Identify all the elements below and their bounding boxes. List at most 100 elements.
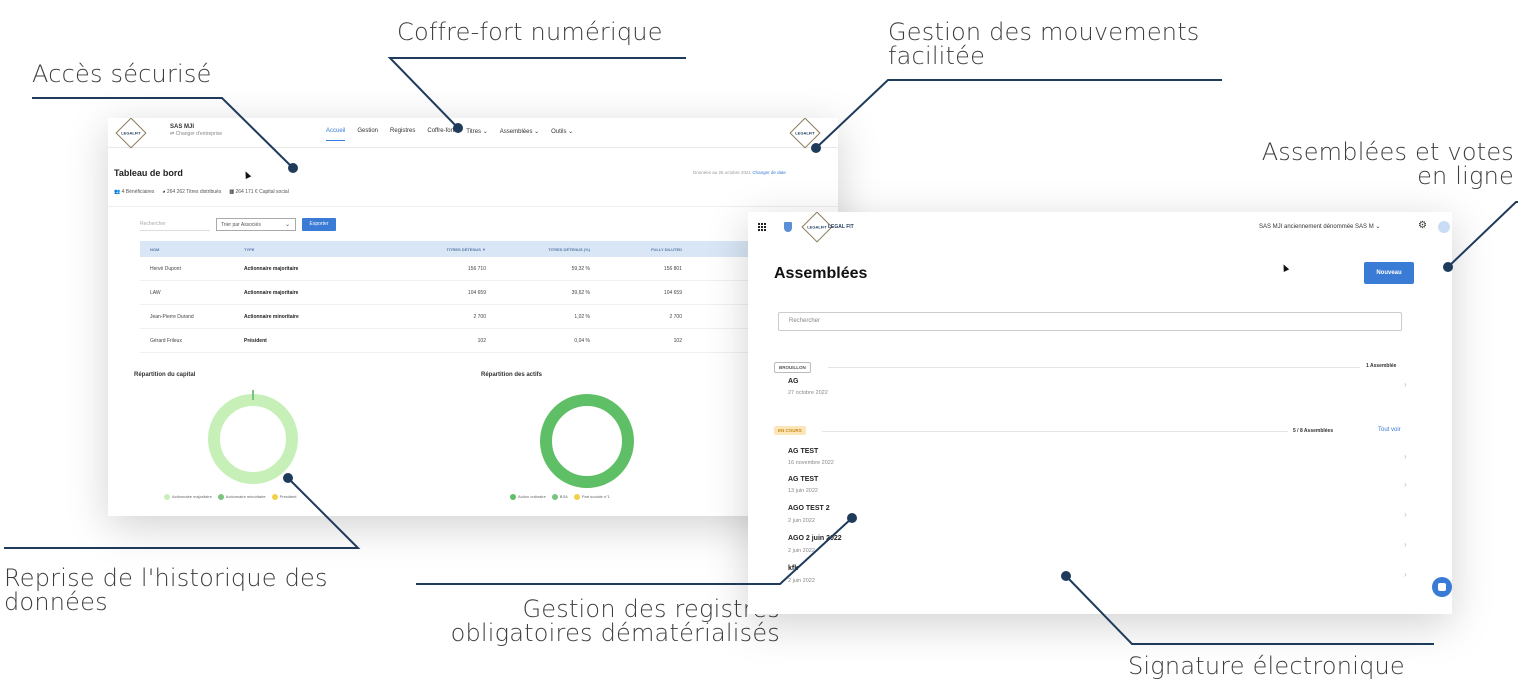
donut-marker [252,390,254,400]
table-row[interactable]: Jean-Pierre Durand Actionnaire minoritai… [140,305,838,329]
leader-dot [1443,262,1453,272]
sort-select[interactable]: Trier par Associés ⌄ [216,218,296,231]
cell-nom: Hervé Dupont [150,265,181,272]
cell-titres-pct: 59,32 % [571,265,590,272]
shield-icon[interactable] [784,222,792,232]
logo-text: LEGALFIT [807,224,827,230]
cell-fully-diluted: 2 700 [669,313,682,320]
nav-assemblees[interactable]: Assemblées ⌄ [500,128,539,141]
legend-swatch [217,494,224,500]
cell-titres: 102 [477,337,486,344]
assembly-title[interactable]: AG [788,378,799,385]
nav-accueil[interactable]: Accueil [326,128,346,141]
gear-icon[interactable]: ⚙ [1418,220,1427,231]
callout-gestion-mouvements: Gestion des mouvements facilitée [888,20,1200,68]
legend-label: Actionnaire majoritaire [172,494,212,500]
header-type[interactable]: TYPE [244,247,394,252]
header-fully-diluted[interactable]: FULLY DILUTED [590,247,682,252]
assembly-title[interactable]: AGO TEST 2 [788,505,830,512]
legend-label: Action ordinaire [518,494,546,500]
leader-dot [453,123,463,133]
callout-registres: Gestion des registres obligatoires démat… [428,597,780,645]
company-selector[interactable]: SAS MJI anciennement dénommée SAS M ⌄ [1259,223,1380,230]
see-all-link[interactable]: Tout voir [1378,427,1401,433]
nav-outils[interactable]: Outils ⌄ [551,128,573,141]
stat-titres-text: 264 262 Titres distribués [166,189,222,195]
callout-line: Gestion des mouvements [888,18,1200,46]
leader-dot [288,163,298,173]
cell-titres-pct: 0,04 % [574,337,590,344]
chevron-right-icon[interactable]: › [1404,510,1407,519]
chevron-right-icon[interactable]: › [1404,540,1407,549]
assembly-title[interactable]: AG TEST [788,448,818,455]
header-nom[interactable]: NOM [140,247,244,252]
header-titres[interactable]: TITRES DÉTENUS ▼ [394,247,486,252]
shareholders-table: NOM TYPE TITRES DÉTENUS ▼ TITRES DÉTENUS… [140,241,838,353]
legend-swatch [573,494,580,500]
divider [822,431,1288,432]
avatar[interactable] [1438,221,1450,233]
chevron-down-icon: ⌄ [284,222,290,228]
dashboard-screen: LEGALFIT SAS MJI ⇄ Changer d'entreprise … [108,118,838,516]
search-input[interactable]: Rechercher [140,218,210,231]
table-row[interactable]: Gérard Frileux Président 102 0,04 % 102 [140,329,838,353]
change-date-link[interactable]: Changer de date [752,170,786,175]
cell-nom: Gérard Frileux [150,337,182,344]
legend-item: Action ordinaire [510,494,546,500]
cell-titres-pct: 39,62 % [571,289,590,296]
chevron-right-icon[interactable]: › [1404,480,1407,489]
cell-type: Président [244,337,267,344]
cell-fully-diluted: 102 [673,337,682,344]
legend-label: BSA [559,494,568,500]
nav-titres[interactable]: Titres ⌄ [466,128,487,141]
callout-line: facilitée [888,42,986,70]
legend-swatch [551,494,558,500]
actifs-donut-chart[interactable] [540,394,634,488]
company-name: SAS MJI [170,124,195,130]
leader-mouvements [815,79,1222,149]
chat-button[interactable] [1432,577,1452,597]
callout-line: Reprise de l'historique des [4,564,328,592]
export-button[interactable]: Exporter [302,218,336,231]
callout-acces-securise: Accès sécurisé [32,60,212,88]
assembly-date: 16 novembre 2022 [788,460,834,466]
divider [828,367,1360,368]
chevron-right-icon[interactable]: › [1404,452,1407,461]
stat-beneficiaires: 👥 4 Bénéficiaires [114,189,154,195]
leader-dot [811,143,821,153]
assembly-date: 27 octobre 2022 [788,390,828,396]
sort-select-value: Trier par Associés [221,222,261,228]
table-row[interactable]: Hervé Dupont Actionnaire majoritaire 156… [140,257,838,281]
cell-titres-pct: 1,02 % [574,313,590,320]
apps-grid-icon[interactable] [758,223,766,231]
logo-text: LEGALFIT [795,130,815,136]
search-input[interactable]: Rechercher [778,312,1402,331]
callout-line: données [4,588,108,616]
legend-swatch [271,494,278,500]
cell-fully-diluted: 104 659 [663,289,682,296]
new-assembly-button[interactable]: Nouveau [1364,262,1414,284]
legend-swatch [164,494,170,500]
assembly-title[interactable]: AGO 2 juin 2022 [788,535,842,542]
chevron-right-icon[interactable]: › [1404,380,1407,389]
callout-line: en ligne [1417,162,1514,190]
cell-titres: 104 659 [467,289,486,296]
assembly-title[interactable]: kfk [788,565,798,572]
assembly-title[interactable]: AG TEST [788,476,818,483]
callout-line: Assemblées et votes [1261,138,1514,166]
change-company-link[interactable]: ⇄ Changer d'entreprise [170,131,222,137]
legend-item: Actionnaire majoritaire [164,494,212,500]
header-titres-pct[interactable]: TITRES DÉTENUS (%) [486,247,590,252]
table-row[interactable]: LAW Actionnaire majoritaire 104 659 39,6… [140,281,838,305]
cell-titres: 156 710 [467,265,486,272]
nav-registres[interactable]: Registres [390,128,415,141]
assembly-date: 2 juin 2022 [788,578,815,584]
chevron-right-icon[interactable]: › [1404,570,1407,579]
capital-donut-chart[interactable] [208,394,298,484]
nav-gestion[interactable]: Gestion [357,128,378,141]
legalfit-logo[interactable]: LEGALFIT [115,118,147,149]
nav-coffre-fort[interactable]: Coffre-fort [427,128,454,141]
status-badge-draft: BROUILLON [774,362,811,373]
legend-item: Part sociale n°1 [573,494,610,500]
legend-label: Part sociale n°1 [581,494,610,500]
